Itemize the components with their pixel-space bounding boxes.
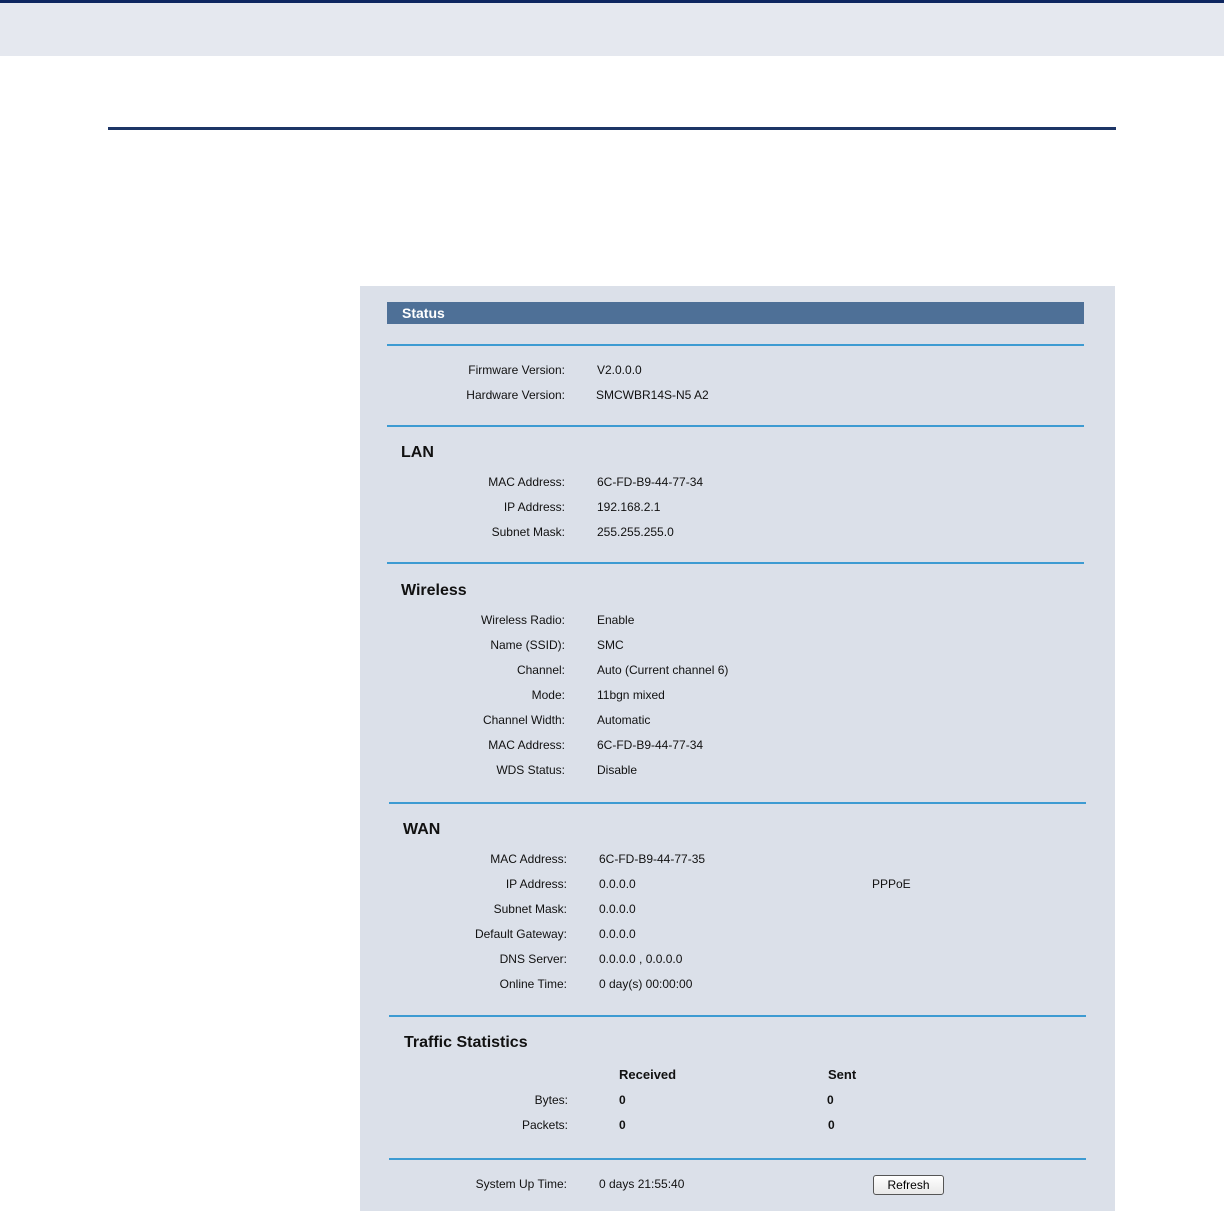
lan-ip-label: IP Address: bbox=[503, 500, 565, 514]
traffic-heading: Traffic Statistics bbox=[404, 1034, 528, 1051]
section-divider bbox=[387, 344, 1084, 346]
packets-sent-value: 0 bbox=[828, 1118, 835, 1132]
wan-mask-value: 0.0.0.0 bbox=[599, 902, 636, 916]
uptime-value: 0 days 21:55:40 bbox=[599, 1177, 685, 1191]
wan-gateway-value: 0.0.0.0 bbox=[599, 927, 636, 941]
status-title-bar: Status bbox=[387, 302, 1084, 324]
wireless-mac-value: 6C-FD-B9-44-77-34 bbox=[597, 738, 704, 752]
wan-mac-label: MAC Address: bbox=[490, 852, 567, 866]
wireless-channel-value: Auto (Current channel 6) bbox=[597, 663, 729, 677]
wireless-mode-value: 11bgn mixed bbox=[597, 688, 665, 702]
wireless-mode-label: Mode: bbox=[531, 688, 565, 702]
hardware-value: SMCWBR14S-N5 A2 bbox=[596, 388, 709, 402]
packets-label: Packets: bbox=[521, 1118, 568, 1132]
wan-dns-label: DNS Server: bbox=[499, 952, 567, 966]
wireless-ssid-value: SMC bbox=[597, 638, 624, 652]
wireless-radio-value: Enable bbox=[597, 613, 635, 627]
hardware-label: Hardware Version: bbox=[466, 388, 565, 402]
wireless-width-label: Channel Width: bbox=[482, 713, 565, 727]
wireless-mac-label: MAC Address: bbox=[488, 738, 565, 752]
wireless-wds-label: WDS Status: bbox=[496, 763, 565, 777]
wireless-channel-label: Channel: bbox=[516, 663, 565, 677]
wan-mask-label: Subnet Mask: bbox=[493, 902, 567, 916]
wan-online-value: 0 day(s) 00:00:00 bbox=[599, 977, 693, 991]
firmware-label: Firmware Version: bbox=[468, 363, 565, 377]
lan-mask-value: 255.255.255.0 bbox=[597, 525, 674, 539]
bytes-sent-value: 0 bbox=[827, 1093, 834, 1107]
wan-ip-value: 0.0.0.0 bbox=[599, 877, 636, 891]
wan-ip-label: IP Address: bbox=[505, 877, 567, 891]
wan-connection-type: PPPoE bbox=[872, 877, 911, 891]
status-title: Status bbox=[402, 305, 445, 321]
header-band bbox=[0, 3, 1224, 56]
wireless-width-value: Automatic bbox=[597, 713, 651, 727]
wireless-radio-label: Wireless Radio: bbox=[480, 613, 565, 627]
section-divider bbox=[387, 562, 1084, 564]
bytes-label: Bytes: bbox=[534, 1093, 568, 1107]
wireless-heading: Wireless bbox=[401, 582, 467, 599]
bytes-received-value: 0 bbox=[619, 1093, 626, 1107]
lan-heading: LAN bbox=[401, 444, 434, 461]
section-divider bbox=[389, 1158, 1086, 1160]
section-divider bbox=[387, 425, 1084, 427]
packets-received-value: 0 bbox=[619, 1118, 626, 1132]
sent-column-header: Sent bbox=[828, 1067, 857, 1082]
section-divider bbox=[389, 802, 1086, 804]
section-divider bbox=[389, 1015, 1086, 1017]
received-column-header: Received bbox=[619, 1067, 677, 1082]
lan-ip-value: 192.168.2.1 bbox=[597, 500, 661, 514]
wan-heading: WAN bbox=[403, 821, 441, 838]
wan-online-label: Online Time: bbox=[499, 977, 567, 991]
wan-gateway-label: Default Gateway: bbox=[474, 927, 567, 941]
wireless-wds-value: Disable bbox=[597, 763, 638, 777]
lan-mask-label: Subnet Mask: bbox=[491, 525, 565, 539]
wireless-ssid-label: Name (SSID): bbox=[490, 638, 565, 652]
status-panel: Status Firmware Version: V2.0.0.0 Hardwa… bbox=[360, 286, 1115, 1211]
lan-mac-label: MAC Address: bbox=[488, 475, 565, 489]
wan-mac-value: 6C-FD-B9-44-77-35 bbox=[599, 852, 706, 866]
wan-dns-value: 0.0.0.0 , 0.0.0.0 bbox=[599, 952, 683, 966]
refresh-button[interactable]: Refresh bbox=[873, 1175, 944, 1195]
lan-mac-value: 6C-FD-B9-44-77-34 bbox=[597, 475, 704, 489]
uptime-label: System Up Time: bbox=[475, 1177, 567, 1191]
firmware-value: V2.0.0.0 bbox=[597, 363, 642, 377]
page-rule bbox=[108, 127, 1116, 130]
